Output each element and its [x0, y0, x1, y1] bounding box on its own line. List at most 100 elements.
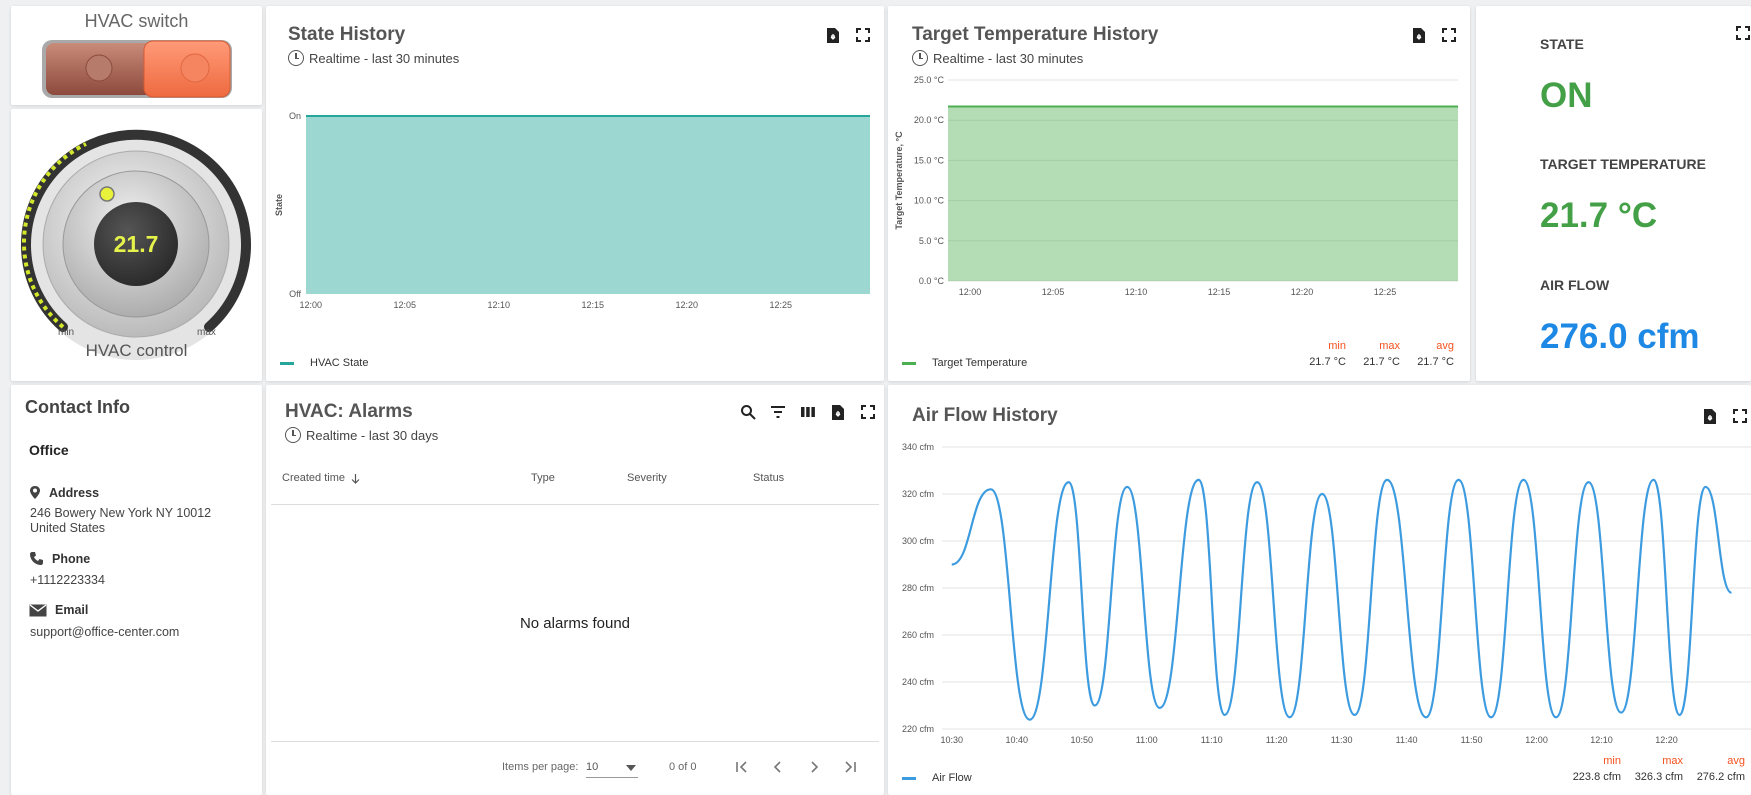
legend-swatch	[902, 776, 916, 780]
stat-avg-label: avg	[1727, 755, 1745, 767]
x-tick-label: 10:40	[1005, 735, 1028, 745]
y-tick-label: 20.0 °C	[914, 115, 945, 125]
hvac-control-card: 21.7 min max HVAC control	[11, 109, 262, 381]
air-flow-label: AIR FLOW	[1540, 277, 1610, 293]
contact-card: Contact Info Office Address 246 Bowery N…	[11, 385, 262, 795]
chart-legend[interactable]: HVAC State	[280, 357, 369, 369]
x-tick-label: 12:10	[1590, 735, 1613, 745]
x-tick-label: 11:10	[1201, 735, 1223, 745]
x-tick-label: 10:30	[940, 735, 963, 745]
contact-name: Office	[29, 442, 69, 458]
knob-value: 21.7	[113, 231, 159, 257]
items-per-page-select[interactable]: 10	[586, 756, 638, 778]
stat-max-value: 21.7 °C	[1363, 356, 1400, 368]
widget-title: HVAC: Alarms	[285, 401, 413, 422]
column-label: Created time	[282, 472, 345, 484]
search-icon[interactable]	[739, 403, 757, 421]
y-tick-label: 280 cfm	[902, 583, 934, 593]
x-tick-label: 12:00	[300, 300, 323, 310]
y-tick-label: 340 cfm	[902, 442, 934, 452]
air-flow-value: 276.0 cfm	[1540, 317, 1700, 356]
x-tick-label: 12:20	[1291, 287, 1314, 297]
email-label: Email	[55, 603, 89, 617]
phone-number: +1112223334	[30, 573, 105, 587]
target-history-card: Target Temperature History Realtime - la…	[888, 6, 1470, 381]
phone-icon	[30, 552, 43, 565]
x-tick-label: 12:15	[582, 300, 605, 310]
hvac-switch-card: HVAC switch	[11, 6, 262, 105]
airflow-chart: 340 cfm 320 cfm 300 cfm 280 cfm 260 cfm 240 c…	[902, 442, 1751, 745]
stat-avg-label: avg	[1436, 340, 1454, 352]
y-tick-label: 300 cfm	[902, 536, 934, 546]
legend-label: Target Temperature	[932, 357, 1028, 369]
stat-min-label: min	[1328, 340, 1346, 352]
chevron-down-icon	[626, 765, 636, 771]
legend-swatch	[902, 361, 916, 365]
stat-min-value: 21.7 °C	[1309, 356, 1346, 368]
filter-icon[interactable]	[769, 403, 787, 421]
timewindow-label: Realtime - last 30 days	[306, 427, 439, 443]
empty-state: No alarms found	[519, 615, 631, 632]
chart-legend[interactable]: Air Flow	[902, 772, 972, 784]
x-tick-label: 10:50	[1070, 735, 1093, 745]
y-axis-label: Target Temperature, °C	[894, 131, 904, 230]
toggle-graphic	[42, 40, 232, 98]
stat-max-label: max	[1662, 755, 1683, 767]
clock-icon	[285, 427, 301, 443]
column-created-time[interactable]: Created time	[282, 472, 360, 484]
first-page-icon[interactable]	[733, 758, 751, 776]
next-page-icon[interactable]	[805, 758, 823, 776]
x-tick-label: 12:00	[1525, 735, 1548, 745]
y-tick-label: On	[289, 111, 301, 121]
address-label: Address	[49, 485, 100, 500]
x-tick-label: 12:10	[488, 300, 511, 310]
fullscreen-icon[interactable]	[1734, 24, 1751, 42]
email-icon	[29, 603, 47, 616]
stat-min-label: min	[1603, 755, 1621, 767]
x-tick-label: 11:00	[1136, 735, 1158, 745]
knob-max-label: max	[197, 327, 216, 338]
status-card: STATE ON TARGET TEMPERATURE 21.7 °C AIR …	[1476, 6, 1751, 381]
sort-arrow-down-icon	[351, 473, 360, 484]
page-range: 0 of 0	[669, 761, 697, 773]
columns-icon[interactable]	[799, 403, 817, 421]
address-line-2: United States	[30, 521, 106, 535]
previous-page-icon[interactable]	[769, 758, 787, 776]
x-tick-label: 12:20	[676, 300, 699, 310]
legend-stats: min max avg 223.8 cfm 326.3 cfm 276.2 cf…	[1559, 755, 1745, 783]
target-temperature-label: TARGET TEMPERATURE	[1540, 156, 1706, 172]
stat-min-value: 223.8 cfm	[1572, 771, 1621, 783]
y-tick-label: 220 cfm	[902, 724, 934, 734]
hvac-control-title: HVAC control	[85, 341, 188, 360]
export-icon[interactable]	[829, 403, 847, 421]
column-severity[interactable]: Severity	[627, 472, 667, 484]
widget-timewindow[interactable]: Realtime - last 30 days	[285, 427, 438, 443]
email-address[interactable]: support@office-center.com	[30, 625, 179, 639]
area-fill	[306, 116, 870, 294]
stat-max-label: max	[1379, 340, 1400, 352]
column-type[interactable]: Type	[531, 472, 555, 484]
x-tick-label: 12:05	[394, 300, 417, 310]
stat-avg-value: 21.7 °C	[1417, 356, 1454, 368]
x-tick-label: 11:40	[1396, 735, 1418, 745]
paginator-divider	[271, 741, 879, 742]
fullscreen-icon[interactable]	[859, 403, 877, 421]
x-tick-label: 12:20	[1655, 735, 1678, 745]
alarms-card: HVAC: Alarms Realtime - last 30 days Cre…	[266, 385, 884, 795]
legend-stats: min max avg 21.7 °C 21.7 °C 21.7 °C	[1292, 340, 1454, 368]
chart-legend[interactable]: Target Temperature	[902, 357, 1027, 369]
y-tick-label: 260 cfm	[902, 630, 934, 640]
target-temperature-value: 21.7 °C	[1540, 196, 1658, 235]
x-tick-label: 12:15	[1208, 287, 1231, 297]
hvac-toggle[interactable]	[41, 36, 233, 100]
y-tick-label: 0.0 °C	[919, 276, 945, 286]
last-page-icon[interactable]	[841, 758, 859, 776]
phone-heading: Phone	[29, 551, 90, 566]
stat-avg-value: 276.2 cfm	[1696, 771, 1745, 783]
state-label: STATE	[1540, 36, 1584, 52]
y-tick-label: 320 cfm	[902, 489, 934, 499]
y-tick-label: 240 cfm	[902, 677, 934, 687]
y-tick-label: 5.0 °C	[919, 236, 945, 246]
column-status[interactable]: Status	[753, 472, 784, 484]
stat-max-value: 326.3 cfm	[1634, 771, 1683, 783]
